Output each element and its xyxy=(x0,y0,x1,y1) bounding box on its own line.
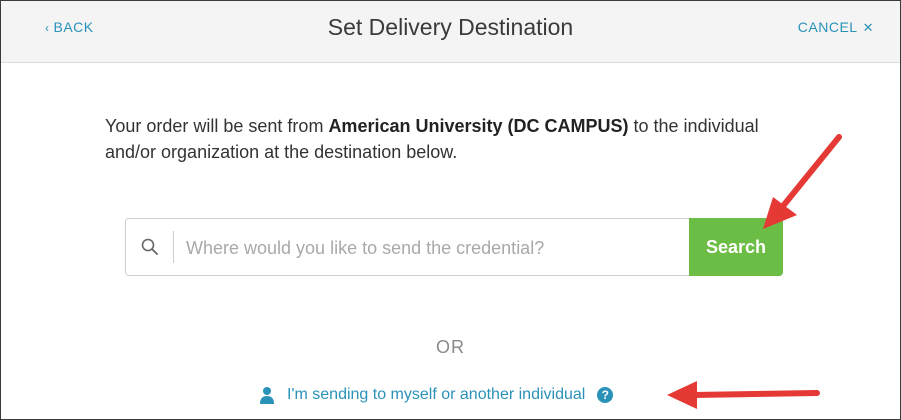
help-icon[interactable]: ? xyxy=(597,387,614,403)
sender-institution: American University (DC CAMPUS) xyxy=(328,116,629,136)
send-to-myself-label: I'm sending to myself or another individ… xyxy=(287,386,586,403)
cancel-label: CANCEL xyxy=(797,19,858,35)
cancel-button[interactable]: CANCEL ✕ xyxy=(798,19,874,36)
intro-text: Your order will be sent from American Un… xyxy=(105,113,785,165)
close-icon: ✕ xyxy=(862,20,874,35)
dialog-header: ‹ BACK Set Delivery Destination CANCEL ✕ xyxy=(1,1,900,63)
search-divider xyxy=(173,231,174,263)
search-icon xyxy=(141,238,158,255)
dialog-frame: ‹ BACK Set Delivery Destination CANCEL ✕ Y… xyxy=(0,0,901,420)
search-bar: Search xyxy=(125,218,783,276)
send-to-myself-link[interactable]: I'm sending to myself or another individ… xyxy=(259,383,614,407)
or-separator: OR xyxy=(436,337,465,357)
destination-search-input[interactable] xyxy=(184,227,688,269)
page-title: Set Delivery Destination xyxy=(327,14,574,40)
search-button[interactable]: Search xyxy=(689,218,783,276)
red-arrow-icon xyxy=(667,381,820,409)
intro-prefix: Your order will be sent from xyxy=(105,116,329,136)
person-icon xyxy=(260,387,274,404)
